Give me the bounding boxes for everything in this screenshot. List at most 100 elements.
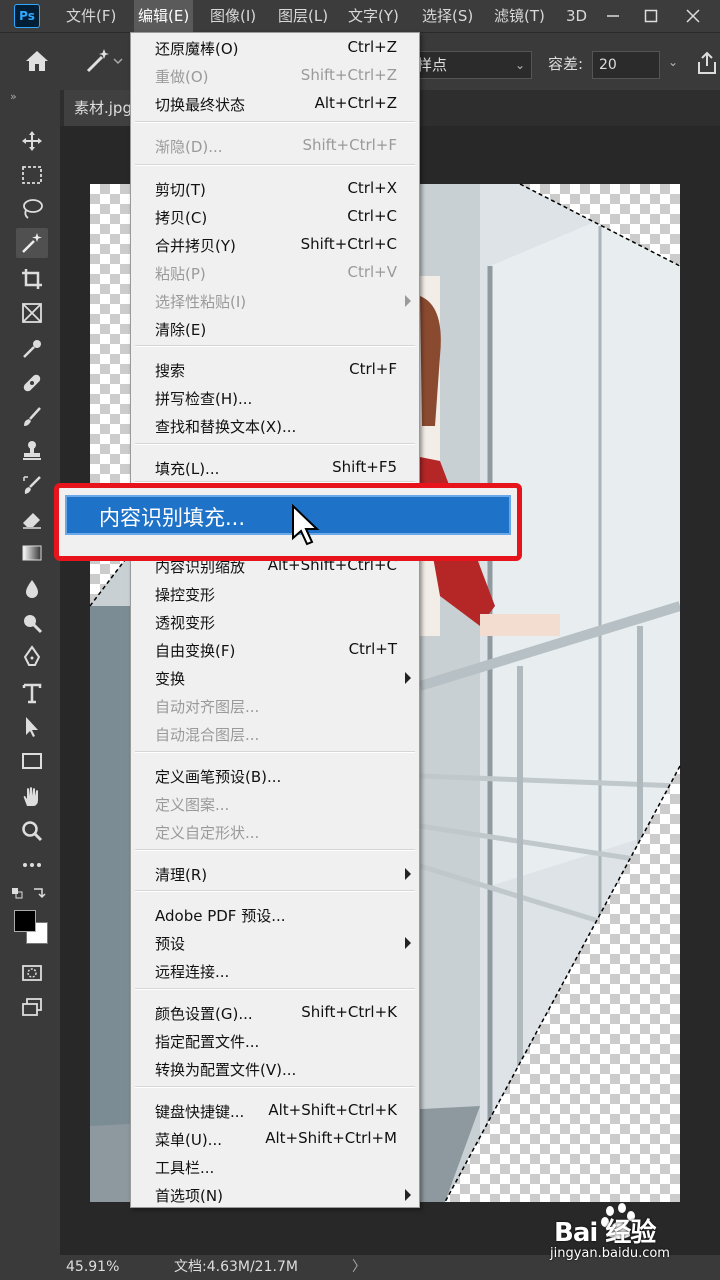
hand-tool[interactable]	[16, 782, 48, 812]
edit-menu-item: 粘贴(P) Ctrl+V	[131, 259, 419, 287]
edit-menu-item[interactable]: 剪切(T) Ctrl+X	[131, 175, 419, 203]
edit-menu-item[interactable]: 颜色设置(G)... Shift+Ctrl+K	[131, 999, 419, 1027]
menu-item-label: 填充(L)...	[155, 460, 220, 478]
minimize-button[interactable]	[594, 0, 632, 32]
gradient-tool[interactable]	[16, 538, 48, 568]
menu-3d[interactable]: 3D	[566, 0, 587, 32]
edit-menu-item[interactable]: 清除(E)	[131, 315, 419, 343]
eraser-tool[interactable]	[16, 504, 48, 534]
edit-menu-item[interactable]: 定义画笔预设(B)...	[131, 762, 419, 790]
mouse-cursor-icon	[292, 504, 320, 546]
menu-item-label: 工具栏...	[155, 1159, 215, 1177]
foreground-color-swatch[interactable]	[14, 910, 36, 932]
menu-separator	[135, 345, 415, 347]
submenu-arrow-icon	[405, 295, 411, 307]
dodge-tool[interactable]	[16, 608, 48, 638]
edit-menu-item[interactable]: 远程连接...	[131, 957, 419, 985]
tolerance-label: 容差:	[548, 55, 584, 73]
lasso-tool[interactable]	[16, 194, 48, 224]
menu-item-label: 键盘快捷键...	[155, 1103, 245, 1121]
edit-menu-item[interactable]: 键盘快捷键... Alt+Shift+Ctrl+K	[131, 1097, 419, 1125]
collapse-panel-icon[interactable]: »	[10, 90, 17, 103]
edit-menu-item[interactable]: 还原魔棒(O) Ctrl+Z	[131, 34, 419, 62]
edit-menu-item[interactable]: 清理(R)	[131, 860, 419, 888]
more-icon	[23, 863, 41, 867]
healing-brush-tool[interactable]	[16, 368, 48, 398]
edit-menu-item[interactable]: 变换	[131, 664, 419, 692]
edit-menu-item[interactable]: 搜索 Ctrl+F	[131, 356, 419, 384]
menu-select[interactable]: 选择(S)	[422, 0, 473, 32]
home-icon[interactable]	[24, 49, 50, 73]
quick-mask-icon	[22, 965, 42, 981]
history-brush-tool[interactable]	[16, 470, 48, 500]
swap-colors-icon[interactable]	[12, 886, 48, 902]
magic-wand-icon	[22, 233, 42, 253]
content-aware-fill-menu-item[interactable]: 内容识别填充...	[65, 495, 511, 535]
menu-layer[interactable]: 图层(L)	[278, 0, 328, 32]
marquee-icon	[22, 166, 42, 184]
edit-menu-item[interactable]: 自由变换(F) Ctrl+T	[131, 636, 419, 664]
edit-menu-item[interactable]: 转换为配置文件(V)...	[131, 1055, 419, 1083]
edit-menu-item[interactable]: 预设	[131, 929, 419, 957]
edit-menu-item[interactable]: 透视变形	[131, 608, 419, 636]
edit-menu-item: 定义图案...	[131, 790, 419, 818]
zoom-level[interactable]: 45.91%	[66, 1255, 119, 1280]
share-icon[interactable]	[696, 51, 718, 75]
clone-stamp-tool[interactable]	[16, 436, 48, 466]
brush-tool[interactable]	[16, 402, 48, 432]
menu-file[interactable]: 文件(F)	[66, 0, 116, 32]
menu-item-label: 远程连接...	[155, 963, 230, 981]
menu-image[interactable]: 图像(I)	[210, 0, 256, 32]
color-swatches[interactable]	[12, 908, 52, 948]
menu-separator	[135, 164, 415, 166]
pen-tool[interactable]	[16, 642, 48, 672]
crop-tool[interactable]	[16, 264, 48, 294]
menu-edit[interactable]: 编辑(E)	[134, 0, 194, 32]
menu-item-shortcut: Alt+Shift+Ctrl+M	[265, 1129, 397, 1147]
menu-item-label: 剪切(T)	[155, 181, 206, 199]
close-button[interactable]	[674, 0, 712, 32]
edit-menu-item[interactable]: 菜单(U)... Alt+Shift+Ctrl+M	[131, 1125, 419, 1153]
zoom-tool[interactable]	[16, 816, 48, 846]
minimize-icon	[607, 15, 619, 17]
quick-mask-button[interactable]	[16, 958, 48, 988]
maximize-button[interactable]	[632, 0, 670, 32]
edit-menu-item[interactable]: 指定配置文件...	[131, 1027, 419, 1055]
document-tab[interactable]: 素材.jpg	[64, 90, 136, 126]
edit-menu-item[interactable]: 拷贝(C) Ctrl+C	[131, 203, 419, 231]
tools-panel: »	[0, 90, 60, 1255]
gradient-icon	[22, 545, 42, 561]
rectangle-tool[interactable]	[16, 746, 48, 776]
edit-menu-item[interactable]: 拼写检查(H)...	[131, 384, 419, 412]
edit-menu-item[interactable]: 操控变形	[131, 580, 419, 608]
bandage-icon	[23, 374, 41, 392]
path-selection-tool[interactable]	[16, 712, 48, 742]
close-icon	[686, 9, 700, 23]
blur-tool[interactable]	[16, 574, 48, 604]
edit-menu-item[interactable]: 填充(L)... Shift+F5	[131, 454, 419, 482]
eyedropper-tool[interactable]	[16, 334, 48, 364]
chevron-down-icon[interactable]: ⌄	[668, 55, 678, 69]
magic-wand-preset-icon[interactable]	[84, 47, 124, 75]
edit-menu-item[interactable]: 切换最终状态 Alt+Ctrl+Z	[131, 90, 419, 118]
menu-filter[interactable]: 滤镜(T)	[494, 0, 545, 32]
more-tools[interactable]	[16, 850, 48, 880]
edit-menu-item[interactable]: 合并拷贝(Y) Shift+Ctrl+C	[131, 231, 419, 259]
menu-item-shortcut: Ctrl+Z	[347, 38, 397, 56]
menu-type[interactable]: 文字(Y)	[348, 0, 399, 32]
screen-mode-button[interactable]	[16, 992, 48, 1022]
frame-tool[interactable]	[16, 298, 48, 328]
edit-menu-item[interactable]: 首选项(N)	[131, 1181, 419, 1209]
edit-menu-item[interactable]: 查找和替换文本(X)...	[131, 412, 419, 440]
tolerance-input[interactable]: 20	[592, 51, 660, 79]
type-tool[interactable]	[16, 678, 48, 708]
move-tool[interactable]	[16, 126, 48, 156]
watermark-brand: Bai 经验	[554, 1218, 656, 1248]
magic-wand-tool[interactable]	[16, 228, 48, 258]
edit-menu-item[interactable]: Adobe PDF 预设...	[131, 901, 419, 929]
marquee-tool[interactable]	[16, 160, 48, 190]
menu-item-label: 合并拷贝(Y)	[155, 237, 236, 255]
sample-size-value: 样点	[417, 56, 448, 74]
edit-menu-item[interactable]: 工具栏...	[131, 1153, 419, 1181]
status-menu-arrow[interactable]: 〉	[352, 1255, 366, 1280]
